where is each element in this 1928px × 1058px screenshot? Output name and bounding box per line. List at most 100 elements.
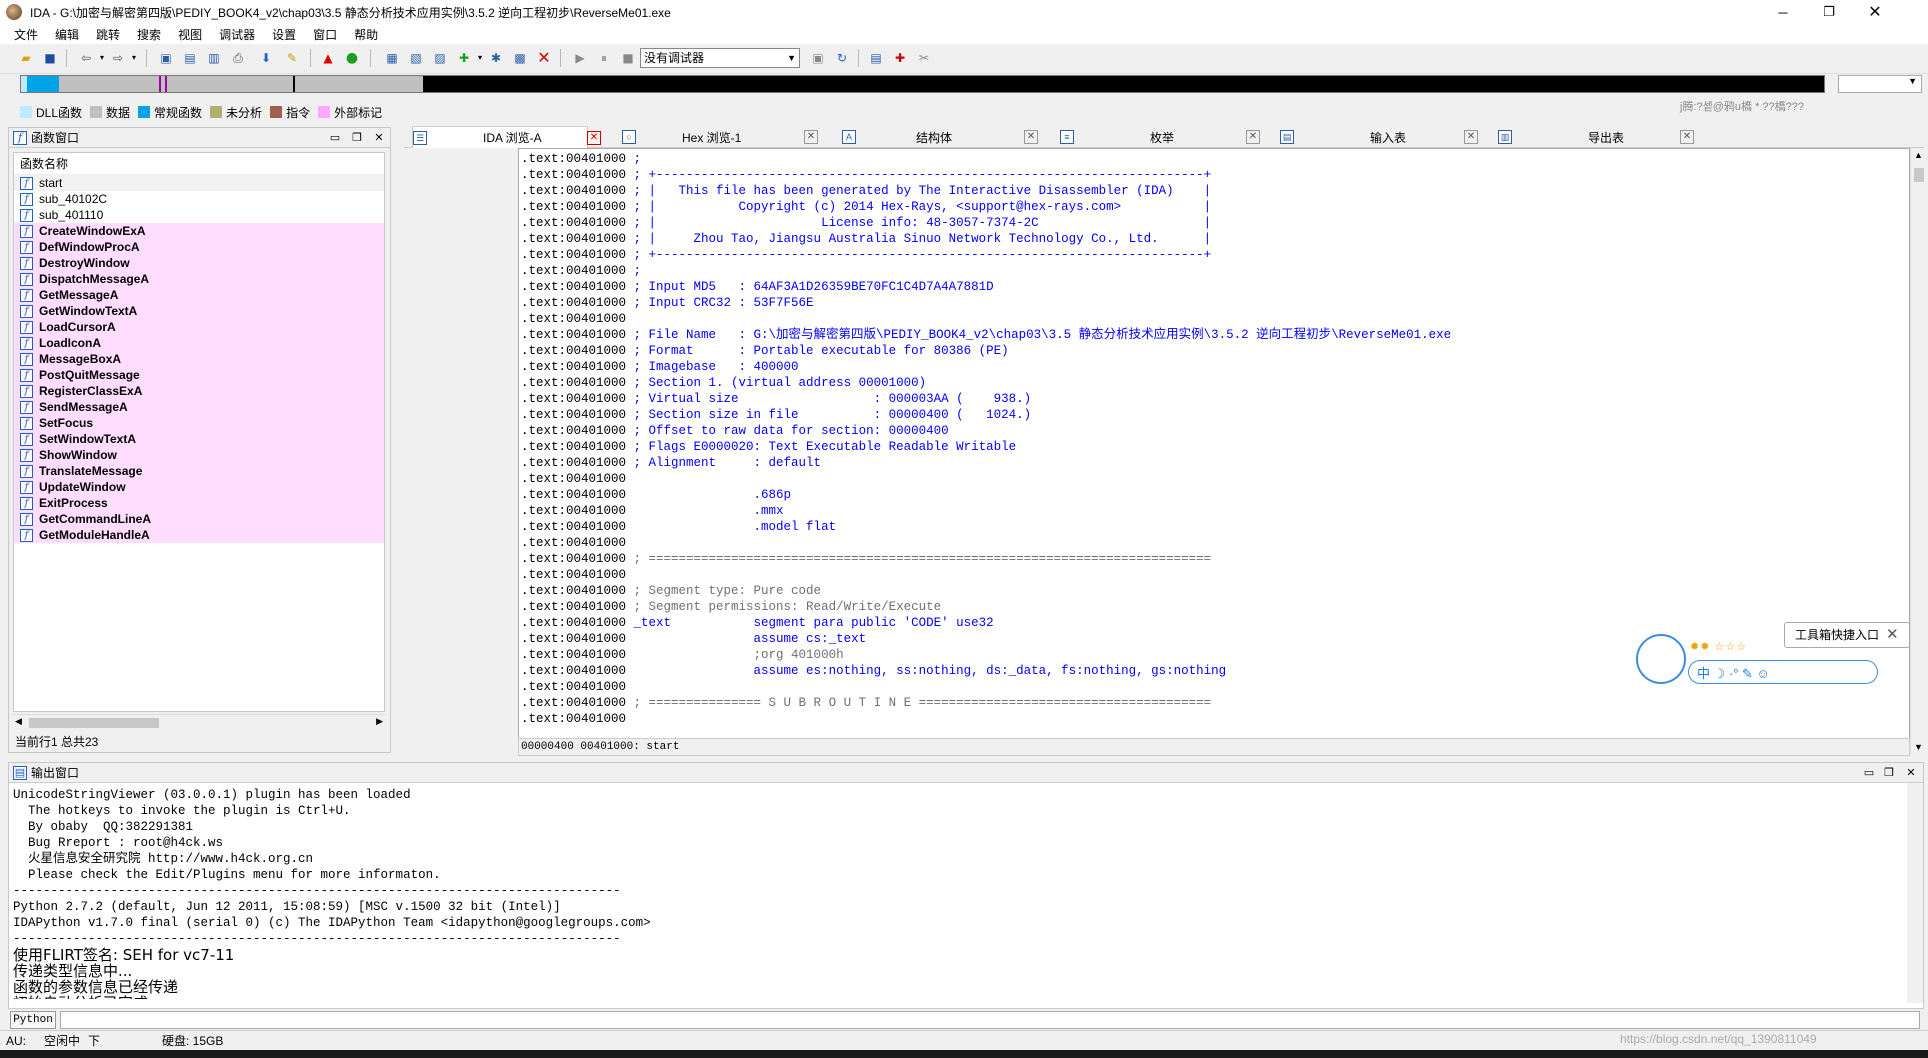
code-line[interactable]: .text:00401000 bbox=[521, 311, 1451, 327]
code-line[interactable]: .text:00401000 ;org 401000h bbox=[521, 647, 1451, 663]
forward-dropdown-icon[interactable]: ▾ bbox=[126, 50, 142, 66]
code-line[interactable]: .text:00401000 .686p bbox=[521, 487, 1451, 503]
function-row[interactable]: f DestroyWindow bbox=[14, 255, 384, 271]
plugin-icon[interactable]: ✚ bbox=[456, 50, 472, 66]
binary-icon[interactable]: ▣ bbox=[158, 50, 174, 66]
code-line[interactable]: .text:00401000 bbox=[521, 535, 1451, 551]
structure-icon[interactable]: ▧ bbox=[408, 50, 424, 66]
tab-exports[interactable]: ▥ 导出表 ✕ bbox=[1498, 126, 1694, 148]
code-line[interactable]: .text:00401000 ; +----------------------… bbox=[521, 167, 1451, 183]
function-row[interactable]: f RegisterClassExA bbox=[14, 383, 384, 399]
functions-list[interactable]: 函数名称 f start f sub_40102C f sub_401110 f Create… bbox=[13, 152, 385, 712]
function-row[interactable]: f sub_401110 bbox=[14, 207, 384, 223]
back-icon[interactable]: ⇦ bbox=[78, 50, 94, 66]
navigation-band[interactable] bbox=[20, 75, 1825, 93]
vertical-scrollbar[interactable]: ▲ ▼ bbox=[1910, 148, 1926, 754]
panel-minimize-icon[interactable]: ▭ bbox=[327, 130, 343, 146]
menu-debugger[interactable]: 调试器 bbox=[219, 26, 255, 43]
code-line[interactable]: .text:00401000 ; Offset to raw data for … bbox=[521, 423, 1451, 439]
output-text[interactable]: UnicodeStringViewer (03.0.0.1) plugin ha… bbox=[13, 787, 1903, 999]
code-line[interactable]: .text:00401000 bbox=[521, 711, 1451, 727]
panel-close-icon[interactable]: ✕ bbox=[1903, 765, 1919, 781]
function-row[interactable]: f PostQuitMessage bbox=[14, 367, 384, 383]
settings-icon[interactable]: ✱ bbox=[488, 50, 504, 66]
function-row[interactable]: f DispatchMessageA bbox=[14, 271, 384, 287]
function-row[interactable]: f UpdateWindow bbox=[14, 479, 384, 495]
scrollbar-thumb[interactable] bbox=[1914, 168, 1924, 182]
debugger-select[interactable]: 没有调试器 ▼ bbox=[640, 48, 800, 68]
find-icon[interactable]: ▥ bbox=[206, 50, 222, 66]
minimize-button[interactable]: ─ bbox=[1760, 0, 1806, 24]
create-function-icon[interactable]: ▦ bbox=[384, 50, 400, 66]
code-line[interactable]: .text:00401000 ; Section 1. (virtual add… bbox=[521, 375, 1451, 391]
menu-jump[interactable]: 跳转 bbox=[96, 26, 120, 43]
avatar[interactable] bbox=[1636, 634, 1686, 684]
code-line[interactable]: .text:00401000 assume cs:_text bbox=[521, 631, 1451, 647]
graph-icon[interactable]: ▲ bbox=[320, 50, 336, 66]
code-line[interactable]: .text:00401000 _text segment para public… bbox=[521, 615, 1451, 631]
code-line[interactable]: .text:00401000 ; Imagebase : 400000 bbox=[521, 359, 1451, 375]
column-header-function-name[interactable]: 函数名称 bbox=[14, 153, 384, 175]
code-line[interactable]: .text:00401000 ; bbox=[521, 151, 1451, 167]
panel-restore-icon[interactable]: ❐ bbox=[349, 130, 365, 146]
function-row[interactable]: f LoadIconA bbox=[14, 335, 384, 351]
function-row[interactable]: f CreateWindowExA bbox=[14, 223, 384, 239]
open-icon[interactable]: ▰ bbox=[18, 50, 34, 66]
function-row[interactable]: f start bbox=[14, 175, 384, 191]
attach-icon[interactable]: ▣ bbox=[810, 50, 826, 66]
menu-file[interactable]: 文件 bbox=[14, 26, 38, 43]
function-row[interactable]: f MessageBoxA bbox=[14, 351, 384, 367]
function-row[interactable]: f ShowWindow bbox=[14, 447, 384, 463]
tab-close-icon[interactable]: ✕ bbox=[804, 130, 818, 144]
code-line[interactable]: .text:00401000 ; | This file has been ge… bbox=[521, 183, 1451, 199]
scroll-left-icon[interactable]: ◀ bbox=[15, 716, 22, 727]
back-dropdown-icon[interactable]: ▾ bbox=[94, 50, 110, 66]
menu-options[interactable]: 设置 bbox=[272, 26, 296, 43]
run-icon[interactable]: ▶ bbox=[572, 50, 588, 66]
enum-add-icon[interactable]: ▨ bbox=[432, 50, 448, 66]
code-line[interactable]: .text:00401000 ; Flags E0000020: Text Ex… bbox=[521, 439, 1451, 455]
code-line[interactable]: .text:00401000 ; +----------------------… bbox=[521, 247, 1451, 263]
step-icon[interactable]: ↻ bbox=[834, 50, 850, 66]
function-row[interactable]: f TranslateMessage bbox=[14, 463, 384, 479]
code-line[interactable]: .text:00401000 ; File Name : G:\加密与解密第四版… bbox=[521, 327, 1451, 343]
function-row[interactable]: f GetMessageA bbox=[14, 287, 384, 303]
code-line[interactable]: .text:00401000 ; | Zhou Tao, Jiangsu Aus… bbox=[521, 231, 1451, 247]
tab-close-icon[interactable]: ✕ bbox=[1680, 130, 1694, 144]
code-line[interactable]: .text:00401000 ; bbox=[521, 263, 1451, 279]
tab-close-icon[interactable]: ✕ bbox=[1024, 130, 1038, 144]
python-language-button[interactable]: Python bbox=[10, 1011, 56, 1029]
function-row[interactable]: f SendMessageA bbox=[14, 399, 384, 415]
code-line[interactable]: .text:00401000 ; =============== S U B R… bbox=[521, 695, 1451, 711]
jump-down-icon[interactable]: ⬇ bbox=[258, 50, 274, 66]
output-scrollbar[interactable] bbox=[1907, 783, 1923, 1003]
plugin-dropdown-icon[interactable]: ▾ bbox=[472, 50, 488, 66]
nav-dropdown[interactable]: ▼ bbox=[1838, 75, 1922, 93]
code-line[interactable]: .text:00401000 bbox=[521, 471, 1451, 487]
scroll-down-icon[interactable]: ▼ bbox=[1914, 742, 1923, 752]
function-row[interactable]: f SetFocus bbox=[14, 415, 384, 431]
function-row[interactable]: f GetCommandLineA bbox=[14, 511, 384, 527]
panel-minimize-icon[interactable]: ▭ bbox=[1861, 765, 1877, 781]
menu-help[interactable]: 帮助 bbox=[354, 26, 378, 43]
function-row[interactable]: f GetModuleHandleA bbox=[14, 527, 384, 543]
code-line[interactable]: .text:00401000 ; Segment type: Pure code bbox=[521, 583, 1451, 599]
function-row[interactable]: f DefWindowProcA bbox=[14, 239, 384, 255]
scroll-right-icon[interactable]: ▶ bbox=[376, 716, 383, 727]
code-line[interactable]: .text:00401000 .model flat bbox=[521, 519, 1451, 535]
scrollbar-thumb[interactable] bbox=[29, 718, 159, 728]
code-line[interactable]: .text:00401000 ; Input MD5 : 64AF3A1D263… bbox=[521, 279, 1451, 295]
code-line[interactable]: .text:00401000 ; | Copyright (c) 2014 He… bbox=[521, 199, 1451, 215]
green-circle-icon[interactable]: ● bbox=[344, 50, 360, 66]
menu-windows[interactable]: 窗口 bbox=[313, 26, 337, 43]
close-button[interactable]: ✕ bbox=[1852, 0, 1898, 24]
menu-view[interactable]: 视图 bbox=[178, 26, 202, 43]
tooltip-close-icon[interactable]: ✕ bbox=[1886, 625, 1904, 645]
breakpoints-icon[interactable]: ▤ bbox=[868, 50, 884, 66]
pencil-icon[interactable]: ✎ bbox=[284, 50, 300, 66]
function-row[interactable]: f GetWindowTextA bbox=[14, 303, 384, 319]
delete-icon[interactable]: ✕ bbox=[536, 50, 552, 66]
tab-enums[interactable]: ≡ 枚举 ✕ bbox=[1060, 126, 1260, 148]
function-row[interactable]: f sub_40102C bbox=[14, 191, 384, 207]
code-line[interactable]: .text:00401000 ; Alignment : default bbox=[521, 455, 1451, 471]
